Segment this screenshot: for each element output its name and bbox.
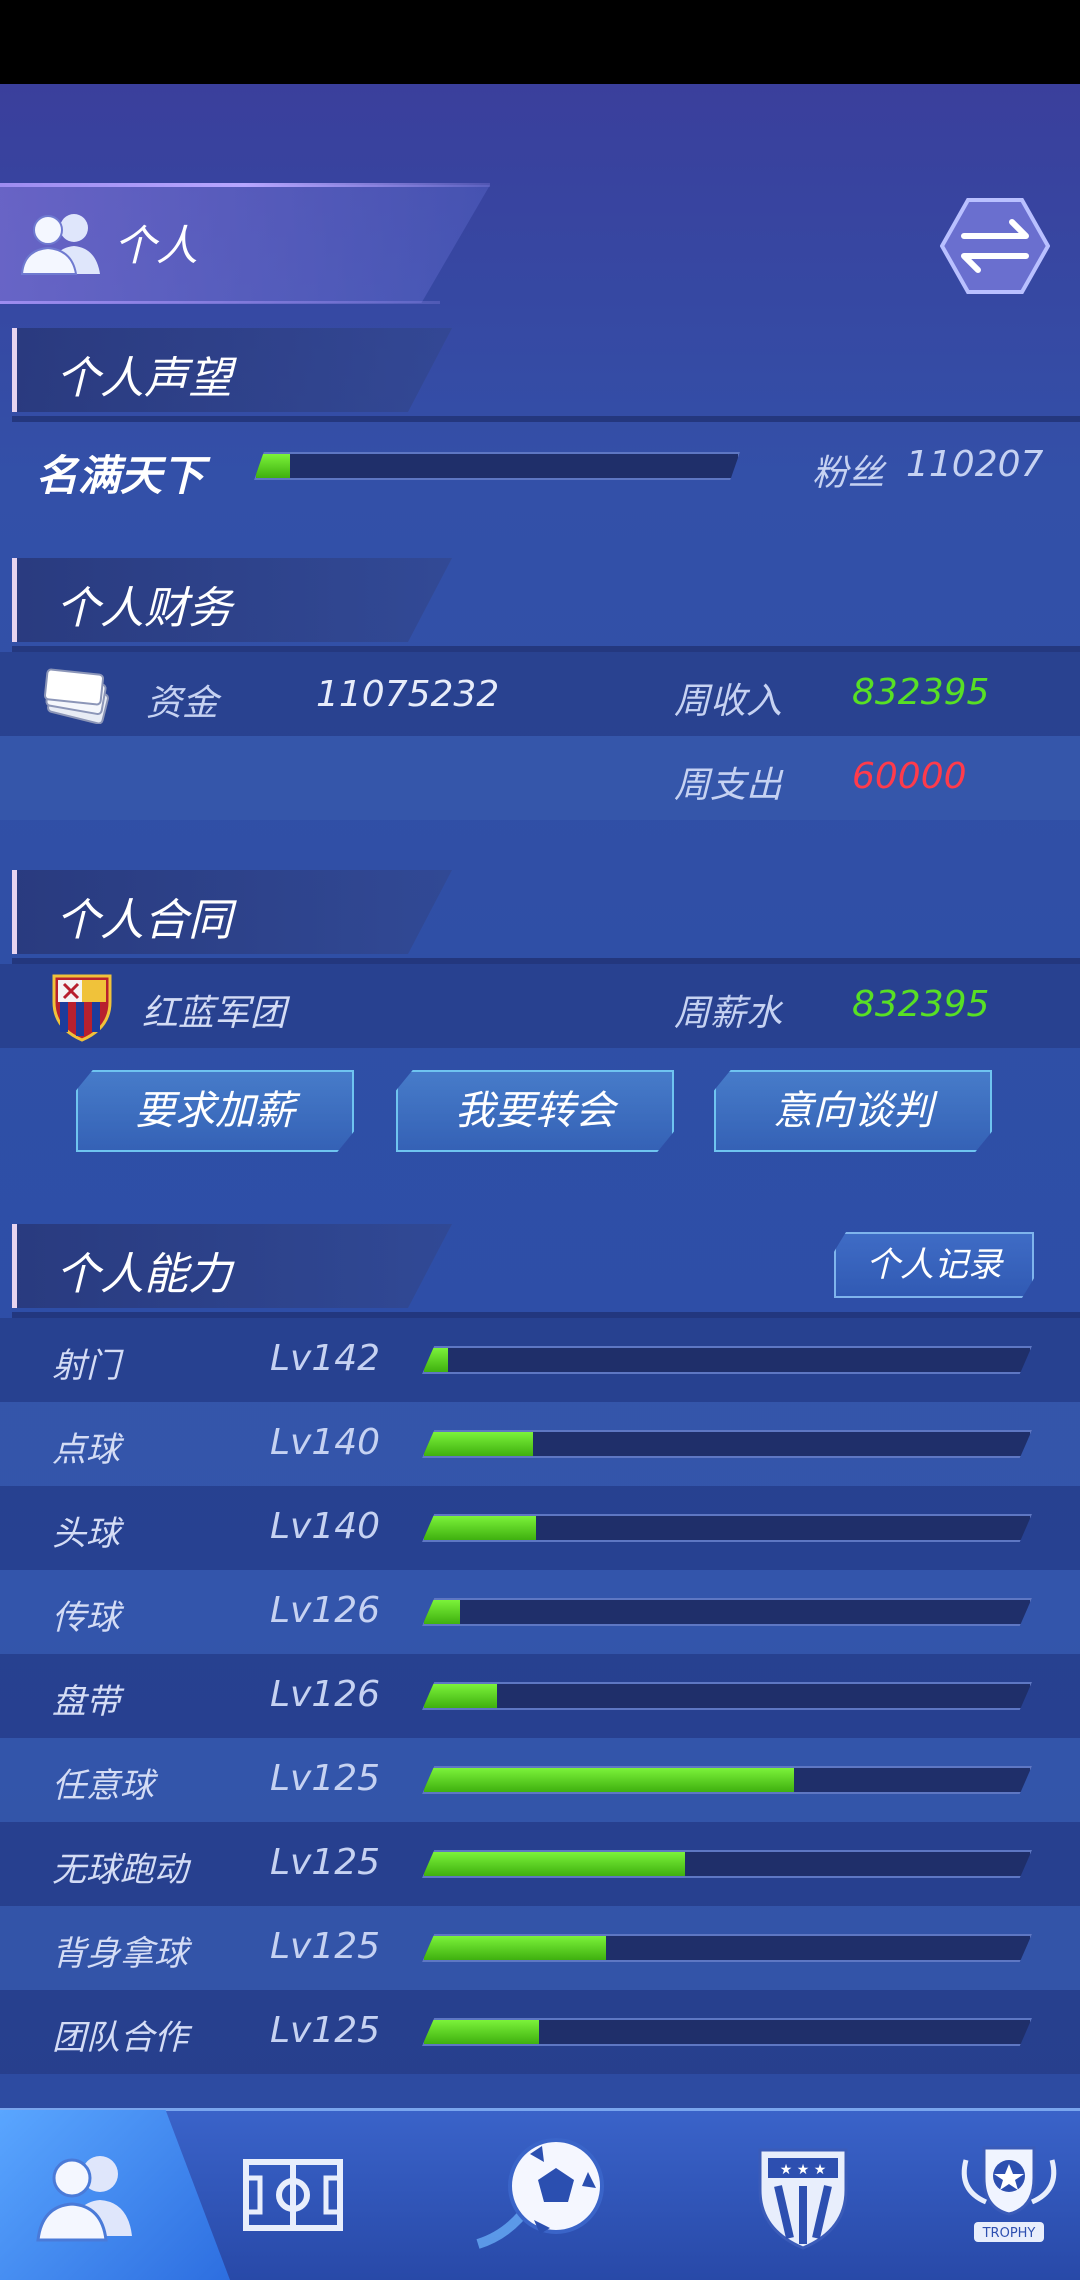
skill-name: 点球: [52, 1430, 120, 1470]
weekly-expense-label: 周支出: [674, 765, 783, 806]
fans-label: 粉丝: [812, 453, 885, 494]
skill-progress-bar: [422, 1682, 1032, 1710]
skill-progress-fill: [424, 1348, 449, 1372]
club-name: 红蓝军团: [142, 993, 287, 1034]
trophy-text: TROPHY: [982, 2226, 1036, 2241]
skill-level: Lv126: [270, 1590, 381, 1631]
skill-name: 无球跑动: [52, 1850, 188, 1890]
skill-progress-bar: [422, 2018, 1032, 2046]
svg-text:★ ★ ★: ★ ★ ★: [780, 2162, 827, 2178]
section-title-ability: 个人能力: [56, 1249, 232, 1300]
salary-label: 周薪水: [674, 993, 783, 1034]
header-line: [0, 183, 490, 187]
skill-row: 无球跑动 Lv125: [0, 1822, 1080, 1906]
skill-name: 背身拿球: [52, 1934, 188, 1974]
negotiate-button[interactable]: 意向谈判: [714, 1070, 992, 1152]
reputation-bar: [254, 452, 740, 480]
skill-progress-fill: [424, 1516, 537, 1540]
skill-progress-fill: [424, 1768, 794, 1792]
club-badge-icon[interactable]: ★ ★ ★: [738, 2130, 868, 2260]
skill-progress-bar: [422, 1430, 1032, 1458]
skill-name: 任意球: [52, 1766, 154, 1806]
money-icon: [44, 668, 109, 724]
skill-name: 盘带: [52, 1682, 120, 1722]
skill-row: 背身拿球 Lv125: [0, 1906, 1080, 1990]
pitch-icon[interactable]: [228, 2130, 358, 2260]
skill-name: 头球: [52, 1514, 120, 1554]
transfer-request-button[interactable]: 我要转会: [396, 1070, 674, 1152]
trophy-icon[interactable]: TROPHY: [944, 2130, 1074, 2260]
skill-level: Lv126: [270, 1674, 381, 1715]
weekly-income-label: 周收入: [674, 681, 783, 722]
skill-progress-fill: [424, 1852, 685, 1876]
skill-progress-fill: [424, 1600, 461, 1624]
section-accent: [12, 1224, 17, 1308]
skill-progress-bar: [422, 1850, 1032, 1878]
skill-row: 传球 Lv126: [0, 1570, 1080, 1654]
players-icon[interactable]: [22, 2130, 152, 2260]
skill-row: 头球 Lv140: [0, 1486, 1080, 1570]
page-title: 个人: [114, 221, 199, 270]
skill-progress-bar: [422, 1766, 1032, 1794]
header-line: [0, 301, 440, 304]
skill-level: Lv125: [270, 2010, 381, 2051]
fans-value: 110207: [906, 444, 1044, 485]
skill-progress-bar: [422, 1598, 1032, 1626]
status-bar: [0, 0, 1080, 84]
weekly-expense-value: 60000: [852, 756, 967, 797]
skill-name: 射门: [52, 1346, 120, 1386]
section-accent: [12, 870, 17, 954]
skill-row: 盘带 Lv126: [0, 1654, 1080, 1738]
skill-progress-bar: [422, 1514, 1032, 1542]
skill-level: Lv125: [270, 1842, 381, 1883]
skill-progress-fill: [424, 2020, 540, 2044]
club-crest-icon: [52, 974, 112, 1042]
skill-level: Lv140: [270, 1506, 381, 1547]
salary-value: 832395: [852, 984, 990, 1025]
skill-row: 任意球 Lv125: [0, 1738, 1080, 1822]
skill-progress-fill: [424, 1432, 534, 1456]
section-title-finance: 个人财务: [56, 583, 232, 634]
personal-record-button[interactable]: 个人记录: [834, 1232, 1034, 1298]
reputation-rank: 名满天下: [36, 451, 205, 500]
swap-arrows-icon[interactable]: [940, 196, 1050, 296]
skill-name: 传球: [52, 1598, 120, 1638]
skill-progress-bar: [422, 1934, 1032, 1962]
skill-level: Lv140: [270, 1422, 381, 1463]
football-icon[interactable]: [470, 2124, 620, 2274]
section-accent: [12, 328, 17, 412]
skill-row: 点球 Lv140: [0, 1402, 1080, 1486]
divider: [12, 416, 1080, 422]
section-title-reputation: 个人声望: [56, 353, 232, 404]
skill-row: 射门 Lv142: [0, 1318, 1080, 1402]
skill-name: 团队合作: [52, 2018, 188, 2058]
players-icon: [20, 214, 100, 275]
request-raise-button[interactable]: 要求加薪: [76, 1070, 354, 1152]
section-accent: [12, 558, 17, 642]
skill-row: 团队合作 Lv125: [0, 1990, 1080, 2074]
funds-value: 11075232: [316, 674, 500, 715]
skill-progress-bar: [422, 1346, 1032, 1374]
skill-level: Lv142: [270, 1338, 381, 1379]
section-title-contract: 个人合同: [56, 895, 232, 946]
skill-level: Lv125: [270, 1926, 381, 1967]
funds-label: 资金: [146, 683, 219, 724]
skill-progress-fill: [424, 1684, 497, 1708]
weekly-income-value: 832395: [852, 672, 990, 713]
skill-progress-fill: [424, 1936, 606, 1960]
skill-level: Lv125: [270, 1758, 381, 1799]
